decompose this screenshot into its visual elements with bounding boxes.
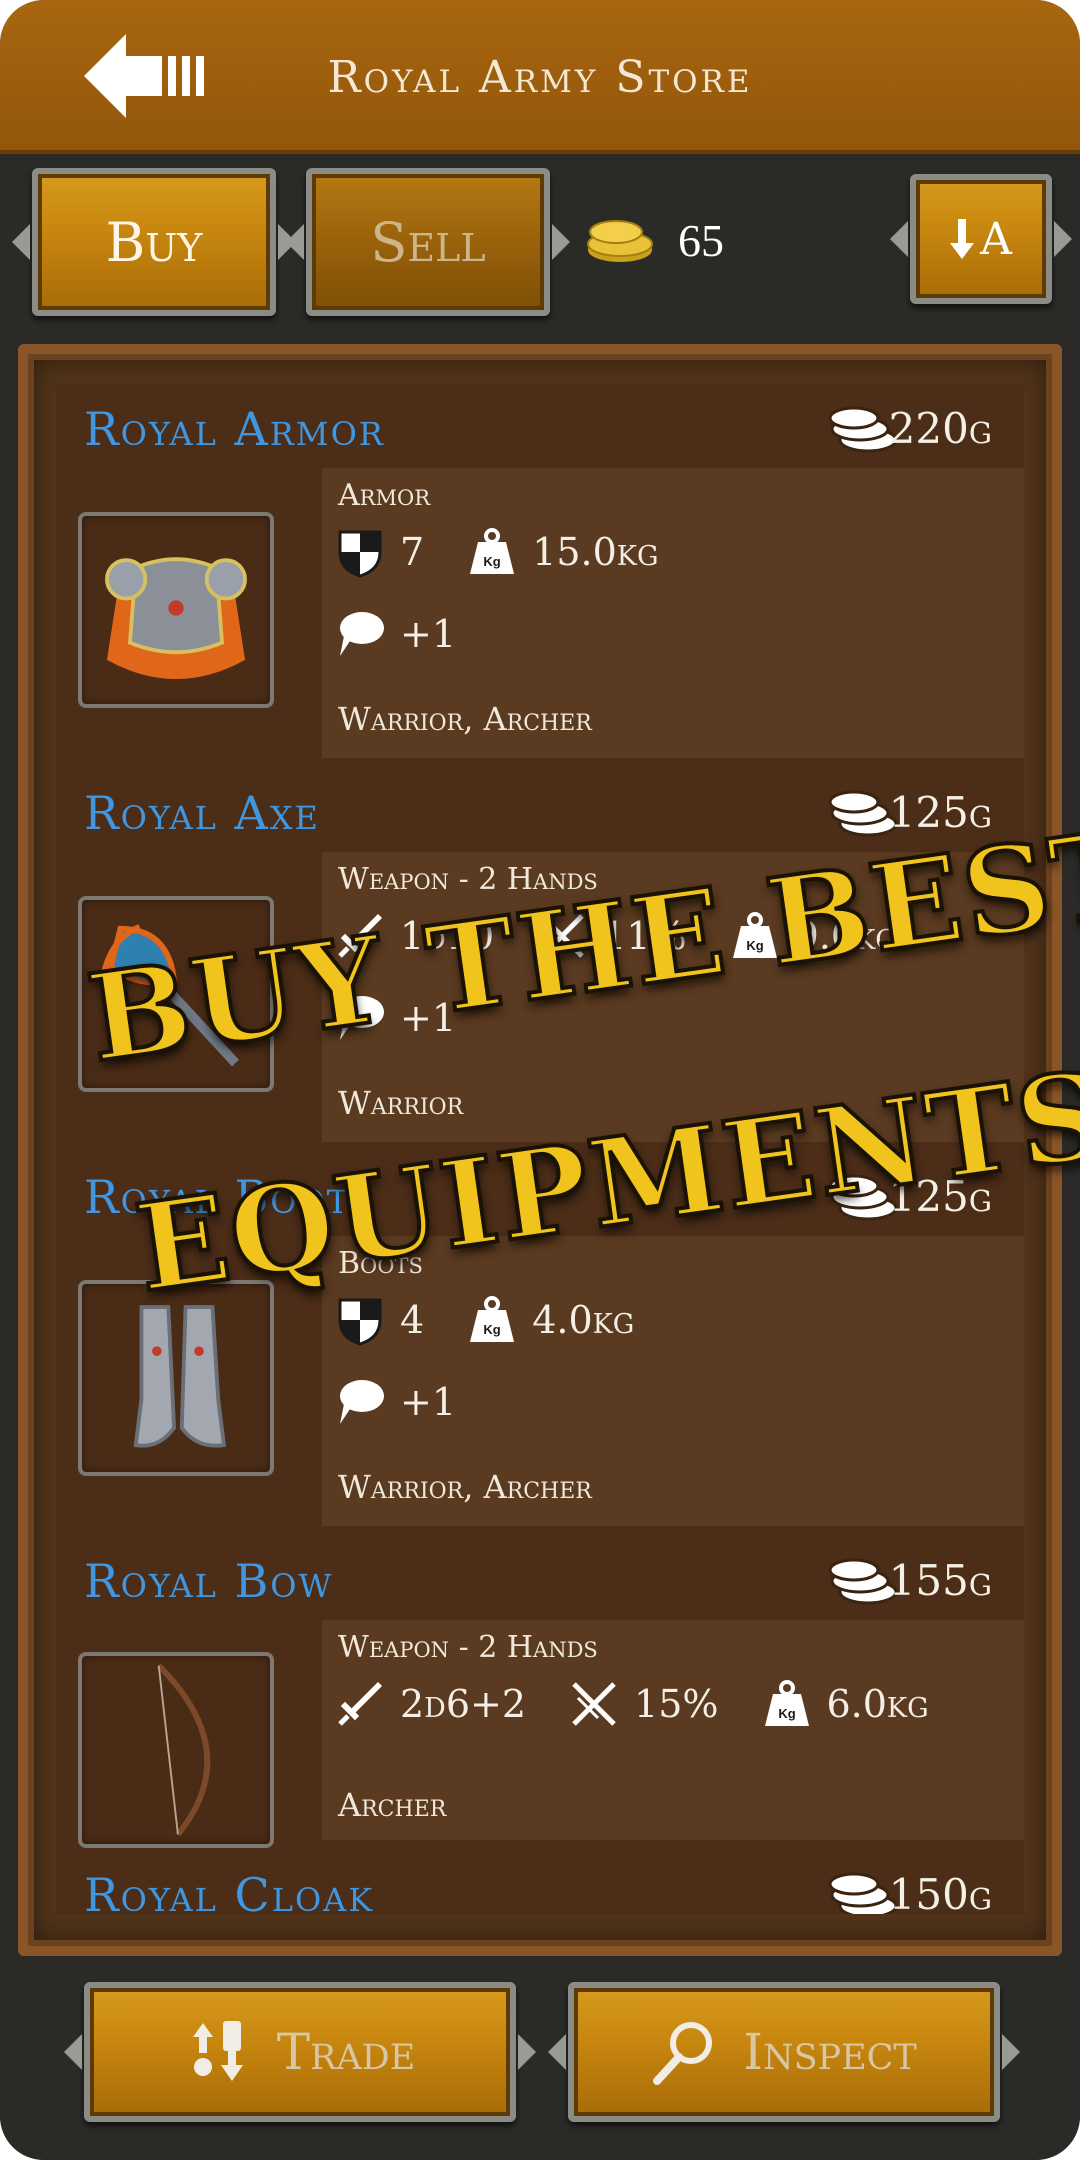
bonus-value: +1	[400, 612, 457, 656]
item-details: Boots 4 Kg 4.0kg +1 Warrior, Archer	[322, 1236, 1024, 1526]
magnifier-icon	[653, 2022, 713, 2085]
sort-label: A	[980, 213, 1012, 265]
axe-image	[78, 896, 274, 1092]
inspect-label: Inspect	[743, 2023, 917, 2081]
trade-button[interactable]: Trade	[64, 1982, 536, 2122]
item-type: Weapon - 2 Hands	[338, 862, 598, 897]
item-details: Weapon - 2 Hands 2d6+2 15% Kg 6.0kg Arch…	[322, 1620, 1024, 1840]
weight-value: 4.0kg	[532, 1298, 635, 1342]
item-list-panel: Royal Armor 220g Armor 7 Kg 15.0kg +1 Wa…	[18, 344, 1062, 1956]
item-price: 155g	[888, 1556, 992, 1605]
defense-value: 7	[400, 530, 425, 574]
item-details: Weapon - 2 Hands 1d10 11% Kg 9.0kg +1 Wa…	[322, 852, 1024, 1142]
stat-row: +1	[334, 992, 484, 1044]
stat-row: +1	[334, 1376, 484, 1428]
trade-icon	[192, 2021, 243, 2081]
sort-button[interactable]: A	[890, 174, 1072, 304]
crit-value: 15%	[634, 1682, 719, 1726]
stat-row: 7 Kg 15.0kg	[334, 526, 687, 578]
item-type: Weapon - 2 Hands	[338, 1630, 598, 1665]
gold-coins-icon	[587, 220, 653, 262]
item-price: 125g	[888, 1172, 992, 1221]
item-list[interactable]: Royal Armor 220g Armor 7 Kg 15.0kg +1 Wa…	[56, 384, 1024, 1914]
weight-icon: Kg	[470, 528, 515, 574]
armor-image	[78, 512, 274, 708]
list-item[interactable]: Royal Cloak 150g	[56, 1850, 1016, 1914]
list-item[interactable]: Royal Armor 220g Armor 7 Kg 15.0kg +1 Wa…	[56, 384, 1024, 764]
sword-icon	[338, 1682, 382, 1726]
crossed-swords-icon	[572, 1682, 616, 1726]
buy-tab-button[interactable]: Buy	[12, 168, 296, 316]
damage-value: 1d10	[400, 914, 495, 958]
speech-bubble-icon	[340, 612, 384, 656]
item-price: 220g	[888, 404, 992, 453]
bonus-value: +1	[400, 996, 457, 1040]
app-screen: Royal Army Store Buy Sell 65 A Royal Arm…	[0, 0, 1080, 2160]
weight-value: 6.0kg	[826, 1682, 929, 1726]
inspect-button[interactable]: Inspect	[548, 1982, 1020, 2122]
list-item[interactable]: Royal Axe 125g Weapon - 2 Hands 1d10 11%…	[56, 768, 1024, 1148]
item-name: Royal Boots	[84, 1170, 375, 1224]
sword-icon	[338, 914, 382, 958]
svg-text:Kg: Kg	[484, 1322, 501, 1337]
bonus-value: +1	[400, 1380, 457, 1424]
stat-row: 4 Kg 4.0kg	[334, 1294, 662, 1346]
item-price: 125g	[888, 788, 992, 837]
crit-value: 11%	[602, 914, 687, 958]
item-name: Royal Bow	[84, 1554, 334, 1608]
store-toolbar: Buy Sell 65 A	[0, 154, 1080, 334]
speech-bubble-icon	[340, 996, 384, 1040]
list-item[interactable]: Royal Boots 125g Boots 4 Kg 4.0kg +1 War…	[56, 1152, 1024, 1532]
shield-icon	[338, 1298, 382, 1346]
page-title: Royal Army Store	[327, 52, 753, 103]
item-classes: Archer	[338, 1786, 447, 1824]
weight-icon: Kg	[732, 912, 777, 958]
item-type: Boots	[338, 1246, 423, 1281]
bow-image	[78, 1652, 274, 1848]
item-price: 150g	[888, 1870, 992, 1914]
item-classes: Warrior, Archer	[338, 700, 592, 738]
speech-bubble-icon	[340, 1380, 384, 1424]
header-bar: Royal Army Store	[0, 0, 1080, 154]
stat-row: 2d6+2 15% Kg 6.0kg	[334, 1678, 957, 1730]
trade-label: Trade	[276, 2023, 416, 2081]
stat-row: 1d10 11% Kg 9.0kg	[334, 910, 925, 962]
crossed-swords-icon	[540, 914, 584, 958]
item-name: Royal Axe	[84, 786, 320, 840]
shield-icon	[338, 530, 382, 578]
weight-icon: Kg	[470, 1296, 515, 1342]
weight-icon: Kg	[764, 1680, 809, 1726]
svg-text:Kg: Kg	[484, 554, 501, 569]
sort-arrow-icon	[950, 219, 975, 259]
defense-value: 4	[400, 1298, 425, 1342]
item-details: Armor 7 Kg 15.0kg +1 Warrior, Archer	[322, 468, 1024, 758]
boots-image	[78, 1280, 274, 1476]
svg-text:Kg: Kg	[778, 1706, 795, 1721]
sell-tab-button[interactable]: Sell	[286, 168, 570, 316]
item-classes: Warrior	[338, 1084, 464, 1122]
weight-value: 9.0kg	[794, 914, 897, 958]
bottom-action-bar: Trade Inspect	[0, 1956, 1080, 2160]
gold-balance: 65	[678, 215, 724, 266]
item-name: Royal Armor	[84, 402, 385, 456]
weight-value: 15.0kg	[532, 530, 659, 574]
stat-row: +1	[334, 608, 484, 660]
item-type: Armor	[338, 478, 431, 513]
svg-text:Kg: Kg	[746, 938, 763, 953]
damage-value: 2d6+2	[400, 1682, 527, 1726]
item-name: Royal Cloak	[84, 1868, 375, 1914]
item-classes: Warrior, Archer	[338, 1468, 592, 1506]
